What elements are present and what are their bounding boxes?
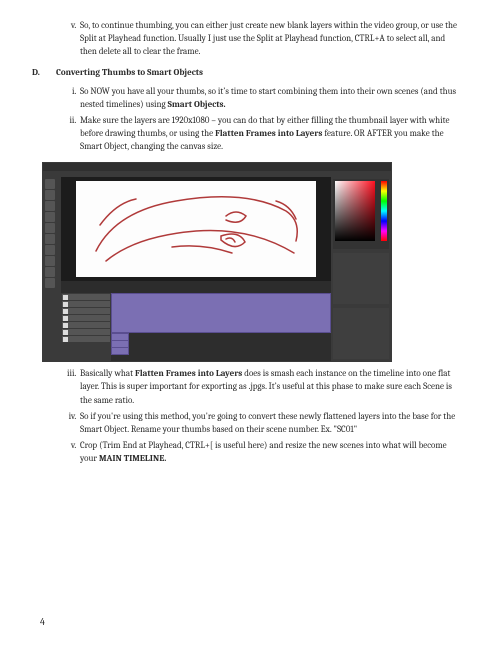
ps-timeline-panel xyxy=(61,281,331,361)
ps-tool-panel xyxy=(43,177,61,361)
timeline-body xyxy=(61,293,331,361)
timeline-layer-row xyxy=(62,315,110,321)
timeline-clip xyxy=(111,347,129,355)
timeline-layer-row xyxy=(62,301,110,307)
tool-icon xyxy=(45,190,55,200)
timeline-tracks xyxy=(111,293,331,361)
ps-main-area xyxy=(43,177,391,361)
text: So if you're using this method, you're g… xyxy=(80,412,455,435)
list-item: Basically what Flatten Frames into Layer… xyxy=(78,368,460,407)
tool-icon xyxy=(45,256,55,266)
tool-icon xyxy=(45,223,55,233)
intro-list: So, to continue thumbing, you can either… xyxy=(52,20,460,59)
layer-swatch-icon xyxy=(63,316,68,321)
timeline-layer-list xyxy=(61,293,111,361)
list-item: So NOW you have all your thumbs, so it’s… xyxy=(78,86,460,112)
hue-slider xyxy=(381,181,387,241)
section-list-top: So NOW you have all your thumbs, so it’s… xyxy=(52,86,460,154)
ps-menubar xyxy=(43,163,391,171)
section-heading: D. Converting Thumbs to Smart Objects xyxy=(32,67,460,80)
bold-text: Flatten Frames into Layers xyxy=(215,129,322,139)
timeline-clip xyxy=(111,293,331,333)
list-item: So if you're using this method, you're g… xyxy=(78,411,460,437)
timeline-layer-row xyxy=(62,329,110,335)
layer-swatch-icon xyxy=(63,302,68,307)
list-item: Crop (Trim End at Playhead, CTRL+[ is us… xyxy=(78,440,460,466)
color-field xyxy=(335,181,375,241)
layer-swatch-icon xyxy=(63,337,68,342)
ps-canvas xyxy=(76,181,316,277)
tool-icon xyxy=(45,278,55,288)
document-page: So, to continue thumbing, you can either… xyxy=(0,0,500,647)
tool-icon xyxy=(45,212,55,222)
tool-icon xyxy=(45,179,55,189)
ps-right-panels xyxy=(331,177,391,361)
bold-text: Flatten Frames into Layers xyxy=(135,369,242,379)
color-picker-panel xyxy=(333,179,389,249)
ps-canvas-area xyxy=(61,177,331,281)
ps-panel xyxy=(333,308,389,359)
timeline-layer-row xyxy=(62,308,110,314)
timeline-layer-row xyxy=(62,336,110,342)
tool-icon xyxy=(45,234,55,244)
tool-icon xyxy=(45,201,55,211)
bold-text: Smart Objects. xyxy=(168,100,226,110)
section-letter: D. xyxy=(32,67,46,80)
text: So NOW you have all your thumbs, so it’s… xyxy=(80,87,456,110)
section-title: Converting Thumbs to Smart Objects xyxy=(56,67,203,80)
tool-icon xyxy=(45,267,55,277)
timeline-layer-row xyxy=(62,322,110,328)
ps-center xyxy=(61,177,331,361)
page-number: 4 xyxy=(40,615,45,630)
list-item: Make sure the layers are 1920x1080 – you… xyxy=(78,115,460,154)
layer-swatch-icon xyxy=(63,330,68,335)
text: Basically what xyxy=(80,369,135,379)
ps-panel xyxy=(333,253,389,304)
tool-icon xyxy=(45,245,55,255)
list-item: So, to continue thumbing, you can either… xyxy=(78,20,460,59)
bold-text: MAIN TIMELINE. xyxy=(99,454,166,464)
photoshop-screenshot xyxy=(42,162,392,362)
layer-swatch-icon xyxy=(63,309,68,314)
layer-swatch-icon xyxy=(63,323,68,328)
timeline-layer-row xyxy=(62,294,110,300)
sketch-drawing xyxy=(76,181,316,277)
timeline-ruler xyxy=(61,281,331,293)
layer-swatch-icon xyxy=(63,295,68,300)
section-list-bottom: Basically what Flatten Frames into Layer… xyxy=(52,368,460,465)
